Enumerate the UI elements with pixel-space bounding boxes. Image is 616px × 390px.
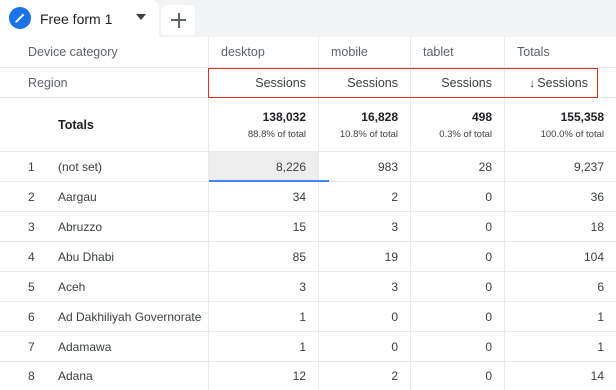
mobile-cell[interactable]: 3 [318,212,410,241]
total-cell[interactable]: 9,237 [504,152,616,181]
totals-label: Totals [58,117,94,132]
column-header-totals[interactable]: Totals [507,37,607,67]
total-cell[interactable]: 36 [504,182,616,211]
region-cell[interactable]: Aceh [0,272,208,301]
table-row[interactable]: 3 Abruzzo 15 3 0 18 [0,212,616,242]
desktop-cell[interactable]: 15 [208,212,318,241]
mobile-cell[interactable]: 19 [318,242,410,271]
dimension-header-device-category[interactable]: Device category [18,37,208,67]
mobile-cell[interactable]: 3 [318,272,410,301]
desktop-cell[interactable]: 34 [208,182,318,211]
desktop-cell[interactable]: 12 [208,362,318,390]
pencil-icon [9,7,31,29]
total-cell[interactable]: 104 [504,242,616,271]
region-cell[interactable]: Ad Dakhiliyah Governorate [0,302,208,331]
total-cell[interactable]: 18 [504,212,616,241]
free-form-table: Device category desktop mobile tablet To… [0,37,616,390]
desktop-cell[interactable]: 85 [208,242,318,271]
column-header-mobile[interactable]: mobile [321,37,411,67]
table-row[interactable]: 7 Adamawa 1 0 0 1 [0,332,616,362]
totals-row: Totals 138,032 88.8% of total 16,828 10.… [0,98,616,152]
mobile-cell[interactable]: 2 [318,182,410,211]
column-header-tablet[interactable]: tablet [413,37,503,67]
header-row-device-category: Device category desktop mobile tablet To… [0,37,616,68]
tablet-cell[interactable]: 0 [410,212,504,241]
tab-bar: Free form 1 [0,0,616,37]
table-row[interactable]: 5 Aceh 3 3 0 6 [0,272,616,302]
region-cell[interactable]: Aargau [0,182,208,211]
tablet-cell[interactable]: 0 [410,332,504,361]
desktop-cell[interactable]: 1 [208,332,318,361]
header-row-region: Region Sessions Sessions Sessions ↓ Sess… [0,68,616,98]
desktop-cell[interactable]: 1 [208,302,318,331]
tablet-cell[interactable]: 0 [410,362,504,390]
table-row[interactable]: 4 Abu Dhabi 85 19 0 104 [0,242,616,272]
tablet-cell[interactable]: 28 [410,152,504,181]
sort-descending-icon: ↓ [529,75,536,90]
totals-tablet: 498 0.3% of total [439,109,492,140]
chevron-down-icon[interactable] [136,14,146,20]
tablet-cell[interactable]: 0 [410,242,504,271]
metric-header-sessions-totals[interactable]: ↓ Sessions [504,68,600,97]
total-cell[interactable]: 14 [504,362,616,390]
total-cell[interactable]: 1 [504,332,616,361]
tab-free-form-1[interactable]: Free form 1 [0,0,159,37]
desktop-cell[interactable]: 3 [208,272,318,301]
metric-header-sessions-tablet[interactable]: Sessions [410,68,504,97]
table-row[interactable]: 8 Adana 12 2 0 14 [0,362,616,390]
region-cell[interactable]: (not set) [0,152,208,181]
add-tab-button[interactable] [161,5,195,35]
region-cell[interactable]: Abu Dhabi [0,242,208,271]
table-row[interactable]: 2 Aargau 34 2 0 36 [0,182,616,212]
desktop-cell[interactable]: 8,226 [209,152,318,181]
total-cell[interactable]: 6 [504,272,616,301]
region-cell[interactable]: Adamawa [0,332,208,361]
mobile-cell[interactable]: 2 [318,362,410,390]
mobile-cell[interactable]: 0 [318,302,410,331]
region-cell[interactable]: Abruzzo [0,212,208,241]
totals-total: 155,358 100.0% of total [540,109,604,140]
metric-header-sessions-desktop[interactable]: Sessions [208,68,318,97]
mobile-cell[interactable]: 0 [318,332,410,361]
totals-desktop: 138,032 88.8% of total [247,109,306,140]
totals-mobile: 16,828 10.8% of total [339,109,398,140]
dimension-header-region[interactable]: Region [18,68,208,97]
tab-label: Free form 1 [40,11,113,27]
mobile-cell[interactable]: 983 [318,152,410,181]
total-cell[interactable]: 1 [504,302,616,331]
tablet-cell[interactable]: 0 [410,272,504,301]
table-row[interactable]: 6 Ad Dakhiliyah Governorate 1 0 0 1 [0,302,616,332]
table-row[interactable]: 1 (not set) 8,226 983 28 9,237 [0,152,616,182]
region-cell[interactable]: Adana [0,362,208,390]
metric-label: Sessions [537,75,588,90]
column-header-desktop[interactable]: desktop [211,37,321,67]
tablet-cell[interactable]: 0 [410,302,504,331]
metric-header-sessions-mobile[interactable]: Sessions [318,68,410,97]
tablet-cell[interactable]: 0 [410,182,504,211]
